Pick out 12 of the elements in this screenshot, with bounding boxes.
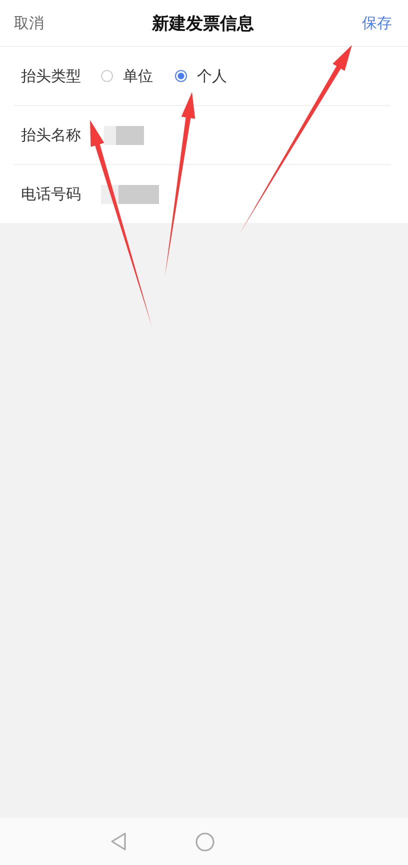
- field-label: 抬头名称: [21, 126, 82, 144]
- page-title: 新建发票信息: [152, 12, 254, 34]
- field-label: 电话号码: [21, 184, 82, 204]
- radio-option[interactable]: 个人: [175, 66, 227, 86]
- field-label: 抬头类型: [21, 66, 82, 86]
- radio-option[interactable]: 单位: [101, 66, 153, 86]
- back-icon[interactable]: [110, 832, 126, 851]
- cancel-button[interactable]: 取消: [14, 14, 44, 32]
- save-button[interactable]: 保存: [362, 14, 392, 32]
- home-icon[interactable]: [194, 832, 214, 852]
- blurred-value: [101, 184, 159, 204]
- blurred-value: [104, 126, 144, 144]
